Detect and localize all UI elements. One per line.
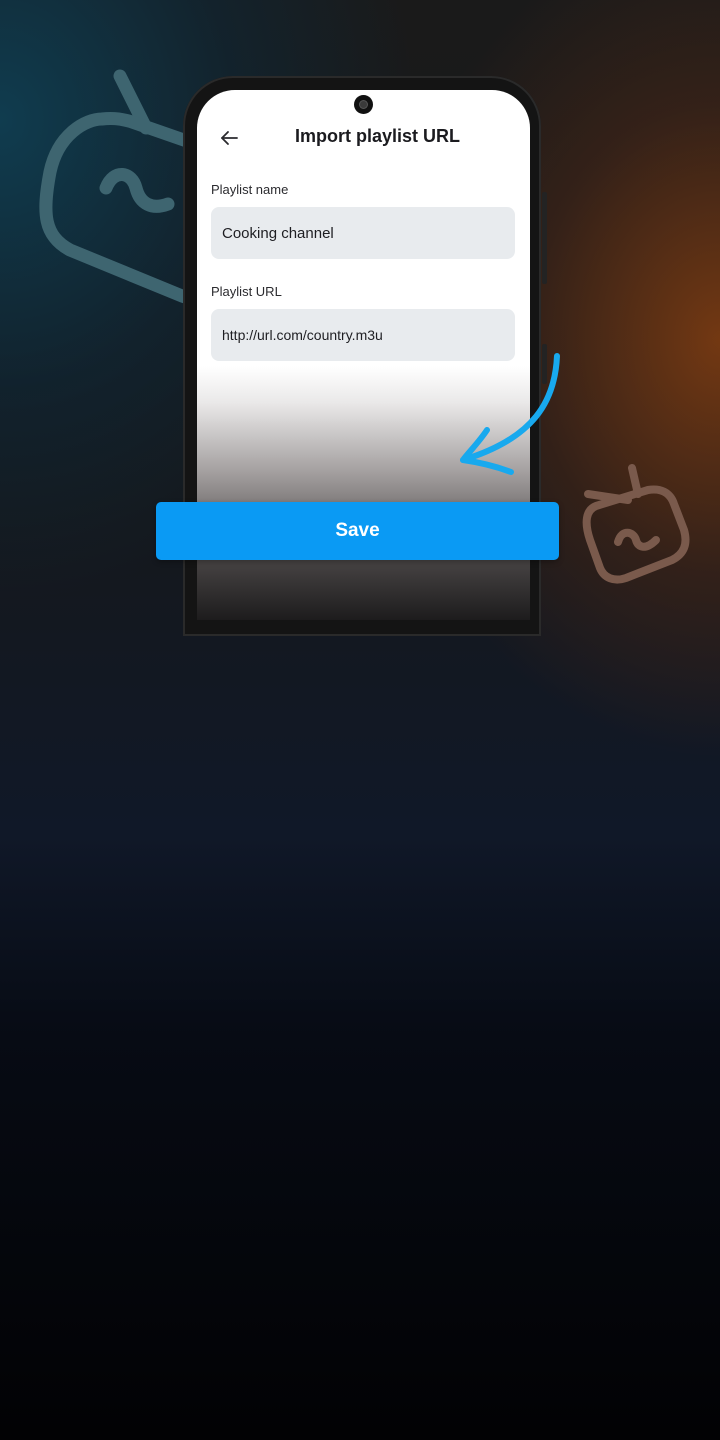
- save-button[interactable]: Save: [156, 502, 559, 560]
- page-title: Import playlist URL: [294, 126, 460, 146]
- tv-icon: [582, 464, 690, 584]
- phone-side-button: [542, 192, 547, 284]
- playlist-name-label: Playlist name: [211, 182, 289, 197]
- promo-screen: { "screen": { "title": "Import playlist …: [0, 0, 720, 1440]
- playlist-name-input[interactable]: [211, 207, 515, 259]
- curved-arrow-icon: [460, 353, 560, 475]
- front-camera: [354, 95, 373, 114]
- playlist-url-label: Playlist URL: [211, 284, 282, 299]
